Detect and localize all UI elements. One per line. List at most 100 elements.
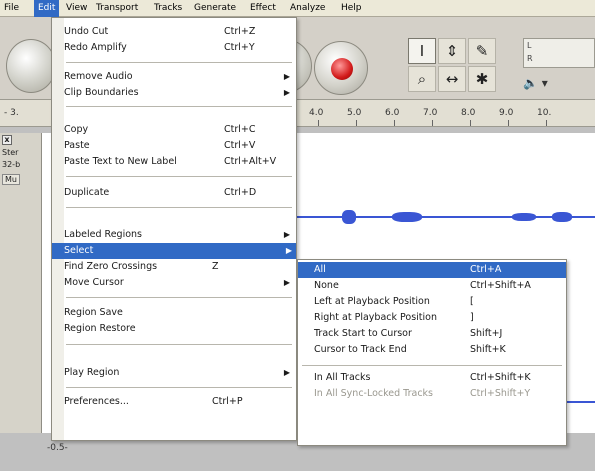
menu-item-play-region[interactable]: Play Region ▶ bbox=[64, 365, 294, 381]
menu-separator bbox=[66, 387, 292, 388]
menu-item-paste[interactable]: Paste Ctrl+V bbox=[64, 138, 294, 154]
ruler-left-label: - 3. bbox=[4, 108, 19, 118]
menu-item-move-cursor[interactable]: Move Cursor ▶ bbox=[64, 275, 294, 291]
draw-tool-icon[interactable]: ✎ bbox=[468, 38, 496, 64]
meter-left-label: L bbox=[527, 41, 532, 50]
close-icon[interactable]: x bbox=[2, 135, 12, 145]
menu-effect[interactable]: Effect bbox=[246, 0, 280, 17]
menu-generate[interactable]: Generate bbox=[190, 0, 240, 17]
menu-separator bbox=[66, 297, 292, 298]
menu-item-label: Duplicate bbox=[64, 187, 110, 198]
multi-tool-icon[interactable]: ✱ bbox=[468, 66, 496, 92]
select-submenu: All Ctrl+A None Ctrl+Shift+A Left at Pla… bbox=[297, 259, 567, 446]
menu-item-track-start-to-cursor[interactable]: Track Start to Cursor Shift+J bbox=[298, 326, 566, 342]
menu-item-label: Select bbox=[64, 245, 94, 256]
submenu-arrow-icon: ▶ bbox=[283, 278, 290, 287]
menu-tracks[interactable]: Tracks bbox=[150, 0, 186, 17]
menu-item-label: Move Cursor bbox=[64, 277, 124, 288]
menu-item-clip-boundaries[interactable]: Clip Boundaries ▶ bbox=[64, 85, 294, 101]
menu-item-shortcut: Shift+J bbox=[470, 328, 503, 339]
submenu-arrow-icon: ▶ bbox=[283, 88, 290, 97]
menu-item-label: Preferences... bbox=[64, 396, 129, 407]
menu-item-select[interactable]: Select ▶ bbox=[52, 243, 296, 259]
menu-separator bbox=[302, 365, 562, 366]
menu-item-region-save[interactable]: Region Save bbox=[64, 305, 294, 321]
menu-item-shortcut: ] bbox=[470, 312, 474, 323]
ruler-tick bbox=[470, 120, 471, 126]
menu-transport[interactable]: Transport bbox=[92, 0, 142, 17]
menu-item-copy[interactable]: Copy Ctrl+C bbox=[64, 122, 294, 138]
transport-button-left[interactable] bbox=[6, 39, 56, 93]
menu-item-find-zero-crossings[interactable]: Find Zero Crossings Z bbox=[64, 259, 294, 275]
level-meter[interactable]: L R bbox=[523, 38, 595, 68]
submenu-arrow-icon: ▶ bbox=[283, 72, 290, 81]
menu-item-select-none[interactable]: None Ctrl+Shift+A bbox=[298, 278, 566, 294]
menu-item-shortcut: Ctrl+V bbox=[224, 140, 256, 151]
amplitude-scale-label: -0.5- bbox=[47, 443, 68, 453]
ruler-label: 8.0 bbox=[461, 108, 476, 118]
menu-item-label: In All Sync-Locked Tracks bbox=[314, 388, 433, 399]
speaker-icon[interactable]: 🔈 ▾ bbox=[523, 73, 595, 93]
menu-item-remove-audio[interactable]: Remove Audio ▶ bbox=[64, 69, 294, 85]
menu-item-in-all-tracks[interactable]: In All Tracks Ctrl+Shift+K bbox=[298, 370, 566, 386]
menu-item-label: All bbox=[314, 264, 326, 275]
menu-item-label: Undo Cut bbox=[64, 26, 109, 37]
menu-help[interactable]: Help bbox=[337, 0, 366, 17]
menu-separator bbox=[66, 62, 292, 63]
menu-file[interactable]: File bbox=[0, 0, 23, 17]
timeshift-tool-icon[interactable]: ↔ bbox=[438, 66, 466, 92]
menu-item-shortcut: Ctrl+D bbox=[224, 187, 257, 198]
selection-tool-icon[interactable]: I bbox=[408, 38, 436, 64]
menu-item-redo-amplify[interactable]: Redo Amplify Ctrl+Y bbox=[64, 40, 294, 56]
menu-view[interactable]: View bbox=[62, 0, 91, 17]
menu-item-in-all-sync-locked-tracks: In All Sync-Locked Tracks Ctrl+Shift+Y bbox=[298, 386, 566, 402]
ruler-label: 7.0 bbox=[423, 108, 438, 118]
mute-button[interactable]: Mu bbox=[2, 174, 20, 185]
menu-item-undo-cut[interactable]: Undo Cut Ctrl+Z bbox=[64, 24, 294, 40]
menu-edit[interactable]: Edit bbox=[34, 0, 60, 17]
ruler-tick bbox=[394, 120, 395, 126]
ruler-label: 10. bbox=[537, 108, 552, 118]
menu-item-select-all[interactable]: All Ctrl+A bbox=[298, 262, 566, 278]
menu-item-paste-text-new-label[interactable]: Paste Text to New Label Ctrl+Alt+V bbox=[64, 154, 294, 170]
menu-item-cursor-to-track-end[interactable]: Cursor to Track End Shift+K bbox=[298, 342, 566, 358]
menu-item-right-at-playback[interactable]: Right at Playback Position ] bbox=[298, 310, 566, 326]
envelope-tool-icon[interactable]: ⇕ bbox=[438, 38, 466, 64]
ruler-label: 6.0 bbox=[385, 108, 400, 118]
menu-item-region-restore[interactable]: Region Restore bbox=[64, 321, 294, 337]
menu-item-duplicate[interactable]: Duplicate Ctrl+D bbox=[64, 185, 294, 201]
menu-item-label: None bbox=[314, 280, 339, 291]
record-button[interactable] bbox=[314, 41, 368, 95]
menu-item-shortcut: Ctrl+P bbox=[212, 396, 243, 407]
menu-item-preferences[interactable]: Preferences... Ctrl+P bbox=[64, 394, 294, 410]
menu-bar: File Edit View Transport Tracks Generate… bbox=[0, 0, 595, 17]
track-name[interactable]: Ster bbox=[2, 148, 18, 157]
menu-item-labeled-regions[interactable]: Labeled Regions ▶ bbox=[64, 227, 294, 243]
menu-separator bbox=[66, 176, 292, 177]
menu-item-shortcut: Ctrl+Z bbox=[224, 26, 256, 37]
menu-item-label: Play Region bbox=[64, 367, 120, 378]
waveform-peak bbox=[392, 212, 422, 222]
menu-separator bbox=[66, 207, 292, 208]
waveform-peak bbox=[342, 210, 356, 224]
menu-analyze[interactable]: Analyze bbox=[286, 0, 329, 17]
menu-item-label: Paste bbox=[64, 140, 90, 151]
track-control-panel: x Ster 32-b Mu bbox=[0, 133, 42, 433]
menu-item-left-at-playback[interactable]: Left at Playback Position [ bbox=[298, 294, 566, 310]
edit-menu: Undo Cut Ctrl+Z Redo Amplify Ctrl+Y Remo… bbox=[51, 17, 297, 441]
meter-right-label: R bbox=[527, 54, 533, 63]
menu-gutter bbox=[52, 18, 64, 440]
menu-item-label: Track Start to Cursor bbox=[314, 328, 412, 339]
menu-separator bbox=[66, 344, 292, 345]
menu-item-label: Region Save bbox=[64, 307, 123, 318]
waveform-peak bbox=[512, 213, 536, 221]
menu-item-label: In All Tracks bbox=[314, 372, 371, 383]
ruler-tick bbox=[546, 120, 547, 126]
menu-item-label: Left at Playback Position bbox=[314, 296, 430, 307]
waveform-line bbox=[567, 401, 595, 403]
menu-item-shortcut: Ctrl+C bbox=[224, 124, 256, 135]
ruler-tick bbox=[318, 120, 319, 126]
menu-item-label: Paste Text to New Label bbox=[64, 156, 177, 167]
menu-item-label: Cursor to Track End bbox=[314, 344, 407, 355]
zoom-tool-icon[interactable]: ⌕ bbox=[408, 66, 436, 92]
